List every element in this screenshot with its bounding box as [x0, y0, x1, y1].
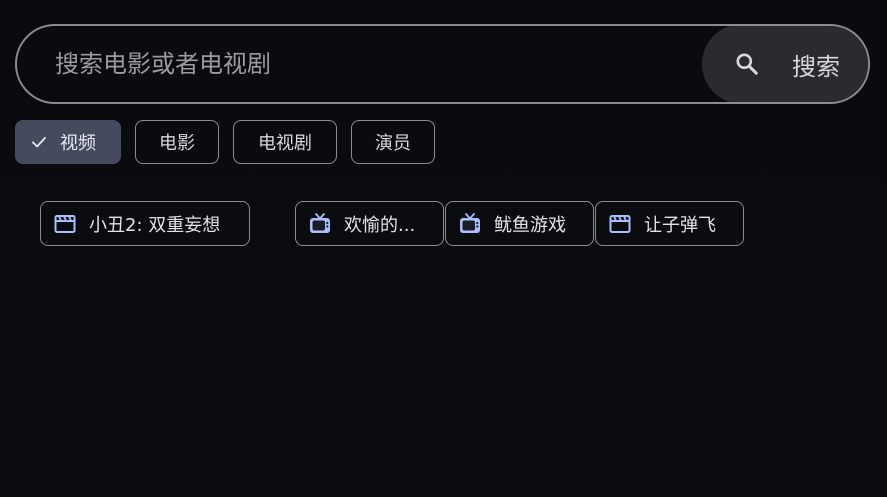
filter-chip-row: 视频 电影 电视剧 演员 [15, 120, 449, 164]
result-item[interactable]: 小丑2: 双重妄想 [40, 201, 250, 246]
filter-chip-movie[interactable]: 电影 [135, 120, 219, 164]
search-icon [736, 53, 758, 75]
result-item[interactable]: 鱿鱼游戏 [445, 201, 594, 246]
search-input[interactable] [17, 26, 702, 102]
filter-chip-video[interactable]: 视频 [15, 120, 121, 164]
result-item-label: 小丑2: 双重妄想 [89, 214, 221, 236]
filter-chip-actor[interactable]: 演员 [351, 120, 435, 164]
result-item[interactable]: 让子弹飞 [595, 201, 744, 246]
result-item[interactable]: 欢愉的... [295, 201, 444, 246]
filter-chip-label: 电视剧 [258, 133, 312, 154]
filter-chip-label: 电影 [159, 133, 195, 154]
filter-chip-label: 演员 [375, 133, 411, 154]
tv-icon [310, 212, 330, 233]
search-bar: 搜索 [15, 24, 870, 104]
tv-icon [460, 212, 480, 233]
movie-clapper-icon [54, 214, 76, 233]
result-item-label: 让子弹飞 [644, 214, 716, 236]
search-page: 搜索 视频 电影 电视剧 演员 小丑2: 双重妄想 [0, 0, 887, 497]
result-item-label: 鱿鱼游戏 [494, 214, 566, 236]
search-button-label: 搜索 [792, 52, 840, 81]
result-item-label: 欢愉的... [344, 214, 416, 236]
filter-chip-label: 视频 [60, 133, 96, 154]
movie-clapper-icon [609, 214, 631, 233]
check-icon [32, 136, 46, 148]
search-button[interactable]: 搜索 [702, 26, 868, 102]
filter-chip-tv-series[interactable]: 电视剧 [233, 120, 337, 164]
